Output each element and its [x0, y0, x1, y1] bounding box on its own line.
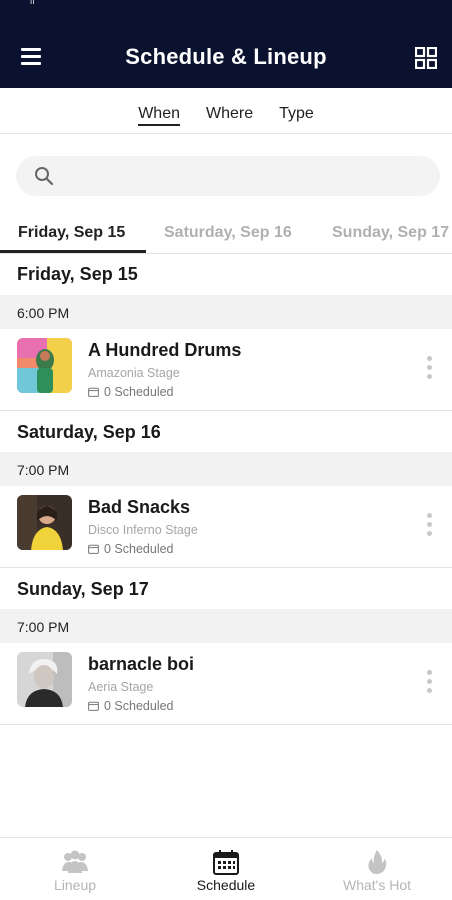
page-title: Schedule & Lineup — [125, 44, 327, 69]
event-row[interactable]: barnacle boi Aeria Stage 0 Scheduled — [0, 643, 452, 725]
search-input[interactable] — [66, 156, 426, 196]
stage-name: Amazonia Stage — [88, 366, 180, 380]
time-slot-header: 6:00 PM — [0, 295, 452, 329]
scheduled-label: 0 Scheduled — [104, 385, 174, 399]
tab-type[interactable]: Type — [279, 88, 314, 134]
time-slot-label: 7:00 PM — [17, 619, 70, 635]
calendar-small-icon — [88, 387, 99, 397]
search-icon — [35, 167, 54, 186]
artist-name: barnacle boi — [88, 654, 195, 674]
artist-name: Bad Snacks — [88, 497, 191, 517]
nav-lineup[interactable]: Lineup — [0, 838, 150, 900]
time-slot-header: 7:00 PM — [0, 452, 452, 486]
nav-whats-hot[interactable]: What's Hot — [302, 838, 452, 900]
scheduled-count: 0 Scheduled — [88, 385, 174, 399]
event-row[interactable]: A Hundred Drums Amazonia Stage 0 Schedul… — [0, 329, 452, 411]
nav-label: Schedule — [196, 877, 256, 893]
more-options-icon[interactable] — [422, 513, 436, 541]
nav-label: Lineup — [53, 877, 97, 893]
bottom-navigation: Lineup Schedule What's Hot — [0, 837, 452, 900]
day-heading: Sunday, Sep 17 — [17, 579, 149, 599]
day-heading: Saturday, Sep 16 — [17, 422, 161, 442]
calendar-small-icon — [88, 701, 99, 711]
scheduled-count: 0 Scheduled — [88, 542, 174, 556]
stage-name: Aeria Stage — [88, 680, 154, 694]
scheduled-label: 0 Scheduled — [104, 542, 174, 556]
search-bar[interactable] — [16, 156, 440, 196]
grid-view-icon[interactable] — [415, 47, 437, 69]
artist-photo — [17, 652, 72, 707]
day-tab-saturday[interactable]: Saturday, Sep 16 — [164, 224, 292, 242]
time-slot-header: 7:00 PM — [0, 609, 452, 643]
app-header: ıı Schedule & Lineup — [0, 0, 452, 88]
status-bar-glyph: ıı — [30, 0, 35, 6]
artist-name: A Hundred Drums — [88, 340, 242, 360]
nav-label: What's Hot — [342, 877, 412, 893]
nav-schedule[interactable]: Schedule — [151, 838, 301, 900]
day-tabs: Friday, Sep 15 Saturday, Sep 16 Sunday, … — [0, 214, 452, 254]
calendar-icon — [213, 850, 239, 875]
scheduled-label: 0 Scheduled — [104, 699, 174, 713]
people-icon — [62, 850, 88, 873]
more-options-icon[interactable] — [422, 356, 436, 384]
filter-tabs: When Where Type — [0, 88, 452, 134]
day-tab-sunday[interactable]: Sunday, Sep 17 — [332, 224, 449, 242]
time-slot-label: 7:00 PM — [17, 462, 70, 478]
more-options-icon[interactable] — [422, 670, 436, 698]
day-tab-indicator — [0, 250, 146, 253]
scheduled-count: 0 Scheduled — [88, 699, 174, 713]
time-slot-label: 6:00 PM — [17, 305, 70, 321]
day-heading: Friday, Sep 15 — [17, 264, 138, 284]
calendar-small-icon — [88, 544, 99, 554]
tab-where[interactable]: Where — [206, 88, 253, 134]
event-row[interactable]: Bad Snacks Disco Inferno Stage 0 Schedul… — [0, 486, 452, 568]
tab-when[interactable]: When — [138, 88, 180, 134]
flame-icon — [368, 850, 387, 874]
day-tab-friday[interactable]: Friday, Sep 15 — [18, 224, 125, 242]
artist-photo — [17, 495, 72, 550]
artist-photo — [17, 338, 72, 393]
stage-name: Disco Inferno Stage — [88, 523, 198, 537]
